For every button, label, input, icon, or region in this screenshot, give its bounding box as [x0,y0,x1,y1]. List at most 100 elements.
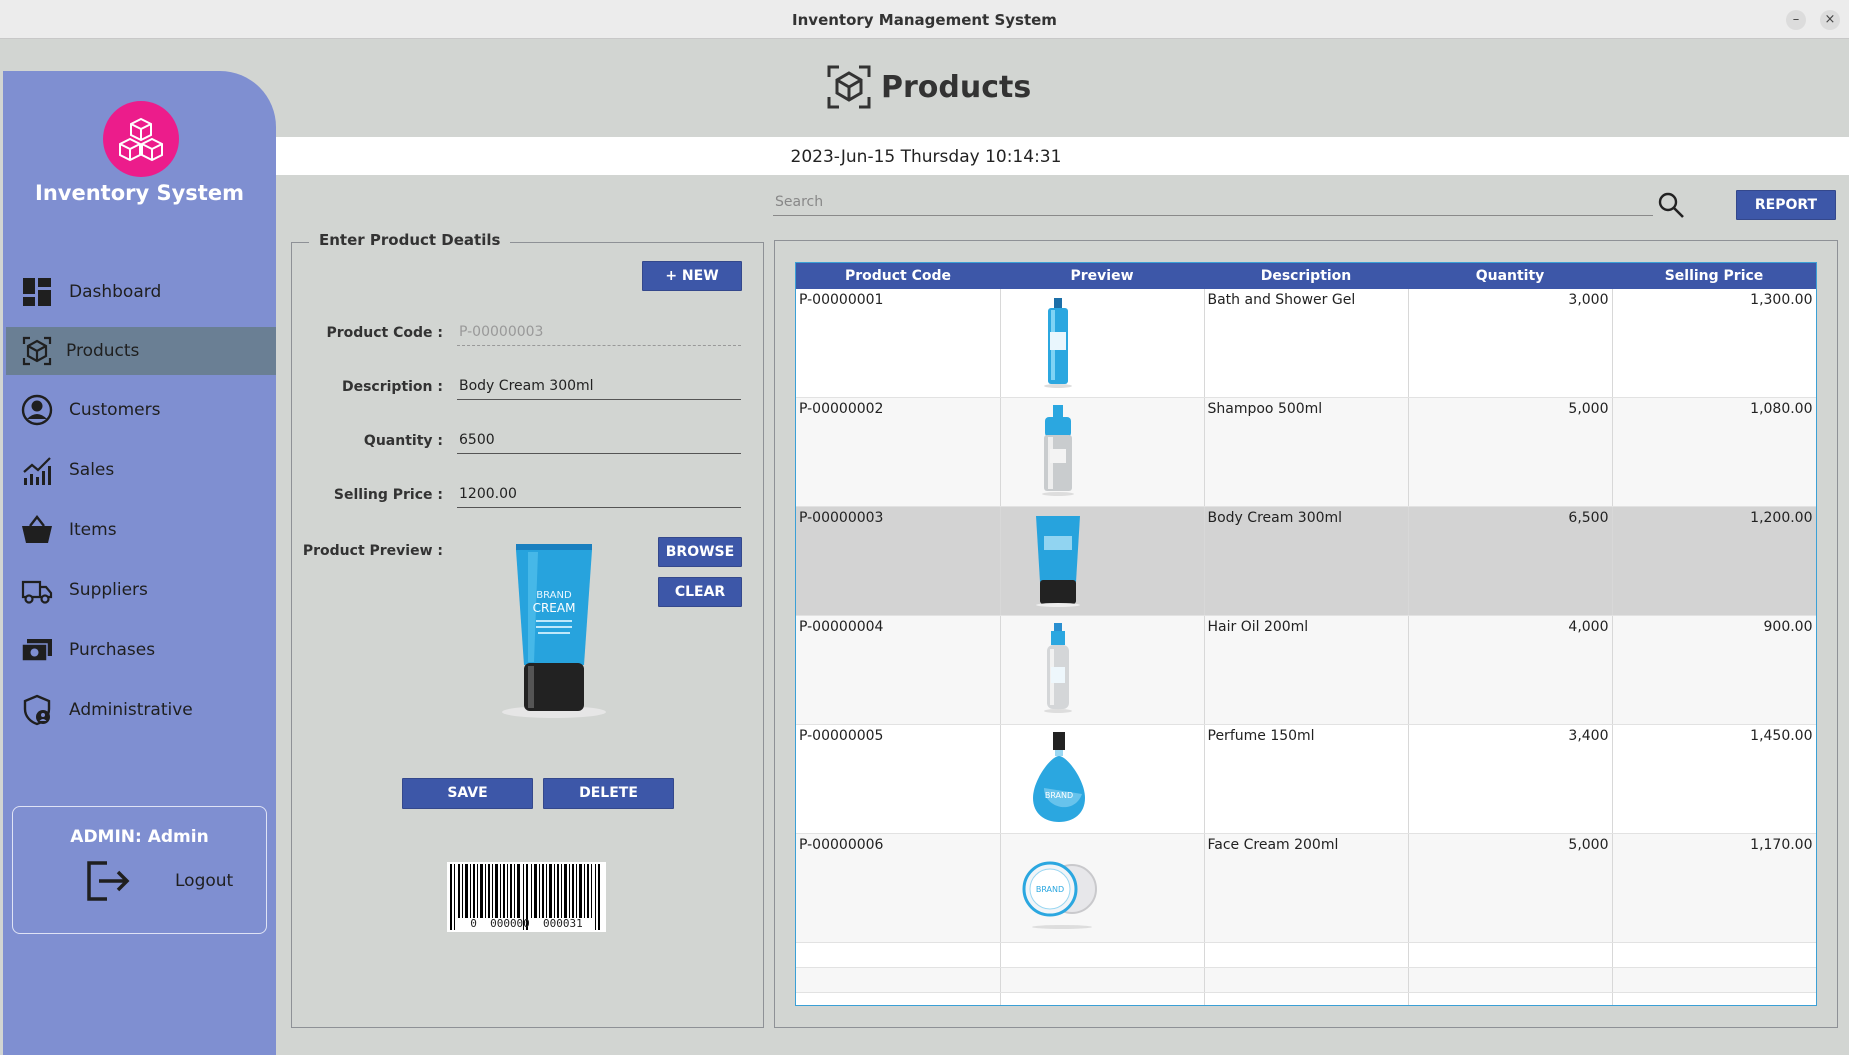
cell-product-code: P-00000006 [796,833,1001,943]
column-header-description[interactable]: Description [1204,263,1408,289]
minimize-button[interactable]: – [1786,10,1806,30]
new-button[interactable]: + NEW [642,261,742,291]
cell-quantity: 3,000 [1408,289,1613,398]
app-title: Inventory System [35,181,244,205]
search-icon[interactable] [1657,191,1685,219]
sidebar-item-label: Products [66,341,140,361]
user-circle-icon [21,394,53,426]
box-icon [827,65,871,109]
selling-price-field[interactable]: 1200.00 [457,486,741,508]
sidebar-item-label: Purchases [69,640,156,660]
column-header-preview[interactable]: Preview [1000,263,1204,289]
admin-label: ADMIN: Admin [70,827,209,847]
cell-preview: BRAND [1000,833,1205,943]
cell-description: Body Cream 300ml [1204,506,1409,616]
clear-button[interactable]: CLEAR [658,577,742,607]
sidebar-item-label: Items [69,520,117,540]
sidebar-item-label: Administrative [69,700,193,720]
quantity-label: Quantity : [363,433,443,449]
cell-quantity: 6,500 [1408,506,1613,616]
cell-product-code: P-00000004 [796,615,1001,725]
product-code-label: Product Code : [326,325,443,341]
table-row[interactable]: P-00000001 Bath and Shower Gel 3,000 1,3… [796,289,1816,398]
datetime-bar: 2023-Jun-15 Thursday 10:14:31 [276,137,1849,175]
product-preview-image: BRAND CREAM [502,544,606,718]
sidebar-item-purchases[interactable]: Purchases [6,626,276,674]
cell-preview: BRAND [1000,724,1205,834]
table-row-empty [796,942,1816,968]
cell-preview [1000,506,1205,616]
save-button[interactable]: SAVE [402,778,533,809]
dashboard-icon [23,278,51,306]
column-header-product-code[interactable]: Product Code [796,263,1000,289]
sidebar-item-label: Sales [69,460,115,480]
money-icon [21,639,52,662]
sidebar-item-dashboard[interactable]: Dashboard [6,268,276,316]
quantity-field[interactable]: 6500 [457,432,741,454]
sidebar-item-label: Customers [69,400,161,420]
sidebar-item-products[interactable]: Products [6,327,276,375]
cell-selling-price: 1,450.00 [1612,724,1816,834]
description-label: Description : [341,379,443,395]
product-thumbnail: BRAND [1032,732,1085,822]
sidebar-item-suppliers[interactable]: Suppliers [6,566,276,614]
box-icon [22,336,52,366]
cell-selling-price: 1,200.00 [1612,506,1816,616]
cell-preview [1000,615,1205,725]
search-input[interactable] [773,189,1653,216]
cell-selling-price: 1,300.00 [1612,289,1816,398]
window-titlebar: Inventory Management System – × [0,0,1849,39]
table-row[interactable]: P-00000004 Hair Oil 200ml 4,000 900.00 [796,615,1816,725]
panel-legend: Enter Product Deatils [309,231,511,249]
cell-selling-price: 1,170.00 [1612,833,1816,943]
window-title: Inventory Management System [792,11,1057,29]
product-thumbnail: BRAND [1022,861,1097,929]
sidebar-item-label: Suppliers [69,580,148,600]
sidebar-item-administrative[interactable]: Administrative [6,686,276,734]
sidebar-item-sales[interactable]: Sales [6,446,276,494]
cell-product-code: P-00000003 [796,506,1001,616]
logout-button[interactable]: Logout [175,871,233,891]
app-logo [103,101,179,177]
cell-preview [1000,397,1205,507]
products-table: Product Code Preview Description Quantit… [795,262,1817,1006]
table-row[interactable]: P-00000006 BRAND Face Cream 200ml 5,000 … [796,833,1816,943]
table-header-row: Product Code Preview Description Quantit… [796,263,1816,289]
delete-button[interactable]: DELETE [543,778,674,809]
cell-quantity: 5,000 [1408,397,1613,507]
table-row-selected[interactable]: P-00000003 Body Cream 300ml 6,500 1,200.… [796,506,1816,616]
description-field[interactable]: Body Cream 300ml [457,378,741,400]
chart-icon [23,457,51,485]
table-row[interactable]: P-00000002 Shampoo 500ml 5,000 1,080.00 [796,397,1816,507]
svg-text:BRAND: BRAND [1044,791,1072,800]
product-thumbnail [1035,516,1080,607]
truck-icon [21,580,53,604]
column-header-quantity[interactable]: Quantity [1408,263,1612,289]
cell-quantity: 5,000 [1408,833,1613,943]
sidebar-item-customers[interactable]: Customers [6,386,276,434]
svg-text:BRAND: BRAND [536,590,572,601]
boxes-icon [119,117,163,162]
table-row[interactable]: P-00000005 BRAND Perfume 150ml 3,400 1,4… [796,724,1816,834]
product-thumbnail [1043,298,1072,388]
cell-preview [1000,289,1205,398]
cell-description: Hair Oil 200ml [1204,615,1409,725]
sidebar: Inventory System Dashboard Products Cust… [3,71,276,1055]
close-button[interactable]: × [1820,10,1840,30]
browse-button[interactable]: BROWSE [658,537,742,567]
product-preview-label: Product Preview : [302,543,443,559]
cell-product-code: P-00000001 [796,289,1001,398]
cell-selling-price: 900.00 [1612,615,1816,725]
cell-quantity: 4,000 [1408,615,1613,725]
column-header-selling-price[interactable]: Selling Price [1612,263,1816,289]
barcode: 0 000000 000031 [447,862,606,932]
cell-description: Bath and Shower Gel [1204,289,1409,398]
sidebar-item-items[interactable]: Items [6,506,276,554]
svg-text:CREAM: CREAM [533,601,576,615]
logout-icon[interactable] [85,859,133,903]
table-row-empty [796,967,1816,993]
report-button[interactable]: REPORT [1736,190,1836,220]
product-code-field[interactable]: P-00000003 [457,324,741,346]
svg-text:BRAND: BRAND [1035,885,1063,894]
product-thumbnail [1043,623,1072,713]
